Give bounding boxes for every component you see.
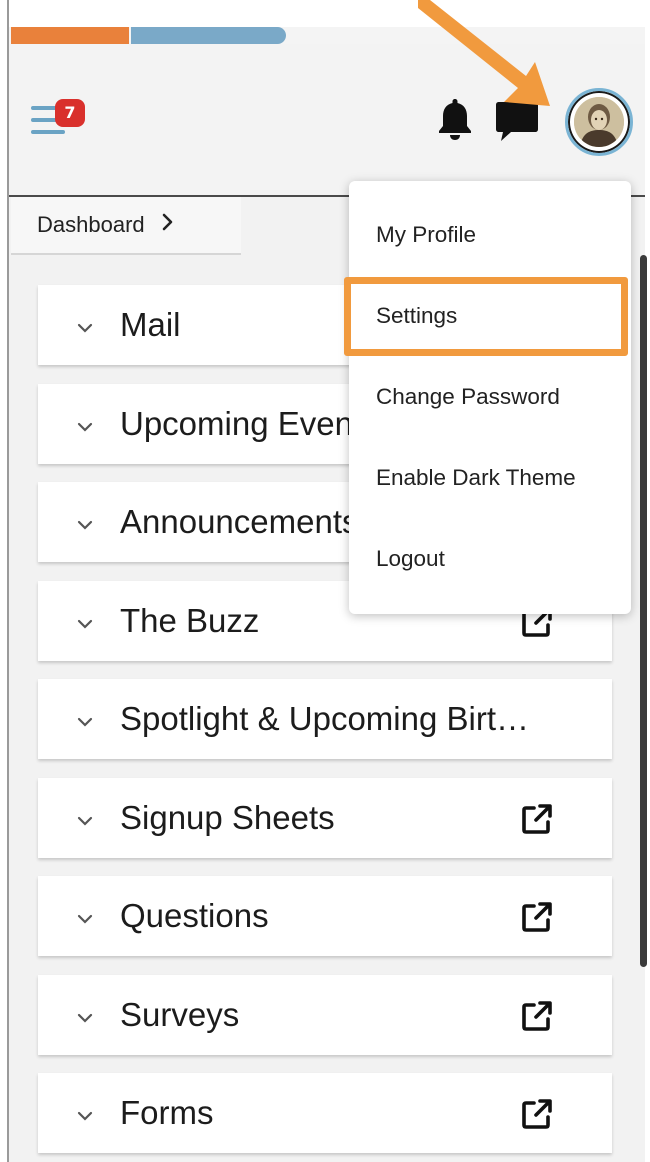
widget-card-questions[interactable]: Questions xyxy=(38,876,612,956)
external-link-icon[interactable] xyxy=(520,999,554,1037)
widget-card-signup-sheets[interactable]: Signup Sheets xyxy=(38,778,612,858)
chevron-down-icon[interactable] xyxy=(76,812,94,831)
card-title: Upcoming Events xyxy=(120,405,379,442)
notification-count-badge: 7 xyxy=(55,99,85,127)
breadcrumb[interactable]: Dashboard xyxy=(11,197,241,255)
breadcrumb-label: Dashboard xyxy=(37,212,145,237)
chevron-down-icon[interactable] xyxy=(76,418,94,437)
user-dropdown-menu: My Profile Settings Change Password Enab… xyxy=(349,181,631,614)
card-title: The Buzz xyxy=(120,602,260,639)
hamburger-menu-button[interactable]: 7 xyxy=(31,99,85,146)
external-link-icon[interactable] xyxy=(520,1097,554,1135)
progress-segment-blue xyxy=(131,27,286,44)
menu-item-enable-dark-theme[interactable]: Enable Dark Theme xyxy=(349,438,631,518)
card-title: Spotlight & Upcoming Birt… xyxy=(120,700,530,737)
card-title: Announcements xyxy=(120,503,359,540)
widget-card-spotlight[interactable]: Spotlight & Upcoming Birt… xyxy=(38,679,612,759)
widget-card-forms[interactable]: Forms xyxy=(38,1073,612,1153)
chevron-down-icon[interactable] xyxy=(76,1107,94,1126)
chevron-down-icon[interactable] xyxy=(76,1009,94,1028)
menu-item-settings[interactable]: Settings xyxy=(349,276,631,356)
progress-segment-orange xyxy=(11,27,129,44)
menu-line xyxy=(31,106,57,110)
card-title: Mail xyxy=(120,306,181,343)
widget-card-surveys[interactable]: Surveys xyxy=(38,975,612,1055)
menu-item-my-profile[interactable]: My Profile xyxy=(349,195,631,275)
avatar-portrait-icon xyxy=(574,97,624,147)
card-title: Surveys xyxy=(120,996,240,1033)
chevron-down-icon[interactable] xyxy=(76,319,94,338)
chevron-down-icon[interactable] xyxy=(76,516,94,535)
card-title: Forms xyxy=(120,1094,214,1131)
card-title: Questions xyxy=(120,897,269,934)
menu-item-logout[interactable]: Logout xyxy=(349,519,631,599)
chevron-down-icon[interactable] xyxy=(76,615,94,634)
external-link-icon[interactable] xyxy=(520,802,554,840)
chevron-right-icon xyxy=(161,212,175,238)
chevron-down-icon[interactable] xyxy=(76,713,94,732)
annotation-arrow-icon xyxy=(418,0,550,106)
external-link-icon[interactable] xyxy=(520,900,554,938)
user-avatar xyxy=(574,97,624,147)
user-avatar-button[interactable] xyxy=(565,88,633,156)
menu-item-change-password[interactable]: Change Password xyxy=(349,357,631,437)
menu-line xyxy=(31,130,65,134)
chevron-down-icon[interactable] xyxy=(76,910,94,929)
card-title: Signup Sheets xyxy=(120,799,335,836)
scrollbar[interactable] xyxy=(640,255,647,967)
